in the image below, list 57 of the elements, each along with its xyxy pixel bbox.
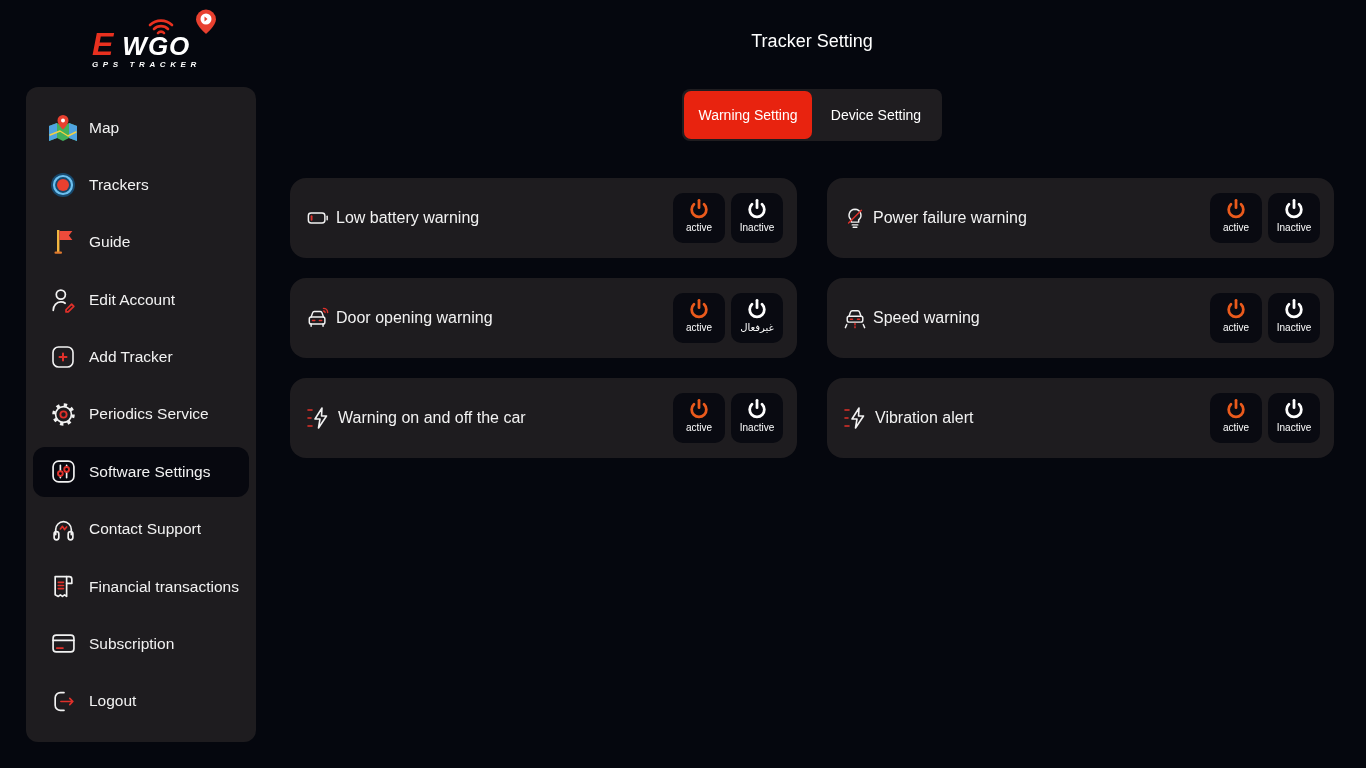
- sidebar-item[interactable]: Edit Account: [33, 275, 249, 325]
- power-icon: [746, 298, 768, 320]
- power-icon: [1283, 198, 1305, 220]
- flag-icon: [52, 229, 74, 256]
- power-button[interactable]: غيرفعال: [731, 293, 783, 343]
- map-icon: [48, 113, 78, 142]
- power-icon: [1225, 198, 1247, 220]
- user-edit-icon: [50, 286, 76, 313]
- power-button[interactable]: Inactive: [1268, 193, 1320, 243]
- power-icon: [746, 198, 768, 220]
- power-button[interactable]: active: [673, 193, 725, 243]
- power-button[interactable]: active: [673, 393, 725, 443]
- power-icon: [688, 398, 710, 420]
- power-icon: [688, 198, 710, 220]
- wifi-icon: [147, 17, 175, 35]
- power-button[interactable]: active: [1210, 293, 1262, 343]
- sliders-icon: [50, 459, 76, 485]
- power-icon: [688, 298, 710, 320]
- power-button[interactable]: Inactive: [1268, 293, 1320, 343]
- tab[interactable]: Warning Setting: [684, 91, 812, 139]
- warning-title: Low battery warning: [336, 209, 481, 227]
- logo-wordmark: E WGO: [92, 32, 191, 58]
- tab[interactable]: Device Setting: [812, 91, 940, 139]
- location-pin-icon: [195, 8, 217, 35]
- warning-title: Vibration alert: [875, 409, 975, 427]
- sidebar-item[interactable]: Trackers: [33, 160, 249, 210]
- page-title: Tracker Setting: [751, 30, 873, 53]
- gear-icon: [50, 401, 76, 427]
- sidebar-item[interactable]: Financial transactions: [33, 561, 249, 612]
- warning-title: Door opening warning: [336, 309, 494, 327]
- logo-tagline: GPS TRACKER: [92, 60, 201, 69]
- power-icon: [1225, 298, 1247, 320]
- sidebar-item[interactable]: Guide: [33, 217, 249, 268]
- power-icon: [746, 398, 768, 420]
- warning-title: Power failure warning: [873, 209, 1028, 227]
- power-button[interactable]: Inactive: [731, 193, 783, 243]
- target-icon: [50, 172, 76, 199]
- power-icon: [1283, 398, 1305, 420]
- power-button[interactable]: active: [1210, 393, 1262, 443]
- power-icon: [1283, 298, 1305, 320]
- sidebar-item[interactable]: Contact Support: [33, 504, 249, 554]
- sidebar-item[interactable]: Periodics Service: [33, 389, 249, 440]
- power-button[interactable]: Inactive: [1268, 393, 1320, 443]
- car-signal-icon: [307, 307, 329, 329]
- sidebar-item[interactable]: Subscription: [33, 619, 249, 669]
- power-icon: [1225, 398, 1247, 420]
- sidebar-item[interactable]: Software Settings: [33, 447, 249, 497]
- sidebar-item[interactable]: Logout: [33, 676, 249, 726]
- sidebar-item[interactable]: Map: [33, 103, 249, 153]
- power-button[interactable]: active: [673, 293, 725, 343]
- car-icon: [844, 307, 866, 329]
- warning-title: Speed warning: [873, 309, 981, 327]
- power-button[interactable]: Inactive: [731, 393, 783, 443]
- warning-title: Warning on and off the car: [338, 409, 527, 427]
- sidebar-item[interactable]: Add Tracker: [33, 332, 249, 382]
- plus-square-icon: [51, 345, 75, 370]
- power-button[interactable]: active: [1210, 193, 1262, 243]
